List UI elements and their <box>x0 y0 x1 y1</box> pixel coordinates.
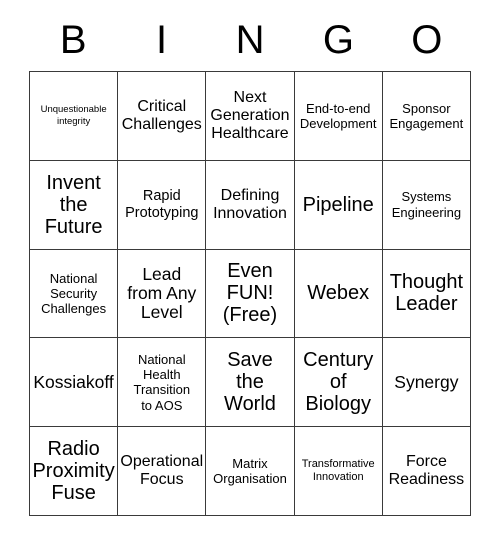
bingo-cell-label: Rapid Prototyping <box>125 188 199 221</box>
bingo-cell-label: Transformative Innovation <box>301 457 375 484</box>
bingo-cell[interactable]: Unquestionable integrity <box>30 72 119 161</box>
header-letter-g: G <box>322 18 354 62</box>
bingo-cell[interactable]: Systems Engineering <box>382 160 471 250</box>
bingo-card: B I N G O Unquestionable integrity Critic… <box>0 0 500 544</box>
bingo-cell[interactable]: Kossiakoff <box>30 338 119 428</box>
bingo-cell-label: Save the World <box>224 349 276 416</box>
bingo-cell[interactable]: Pipeline <box>294 160 383 250</box>
bingo-cell-label: Next Generation Healthcare <box>210 89 290 142</box>
bingo-cell-label: Kossiakoff <box>33 371 114 392</box>
bingo-cell-label: Defining Innovation <box>213 186 287 222</box>
bingo-cell[interactable]: Next Generation Healthcare <box>206 72 295 161</box>
bingo-cell[interactable]: Synergy <box>382 338 471 428</box>
bingo-cell[interactable]: Force Readiness <box>382 427 471 516</box>
bingo-cell-label: Even FUN! (Free) <box>222 260 278 327</box>
bingo-cell-free-space[interactable]: Even FUN! (Free) <box>206 249 295 339</box>
bingo-cell[interactable]: Defining Innovation <box>206 160 295 250</box>
bingo-cell-label: Lead from Any Level <box>127 263 197 323</box>
bingo-cell[interactable]: Webex <box>294 249 383 339</box>
bingo-cell[interactable]: Century of Biology <box>294 338 383 428</box>
bingo-cell-label: Operational Focus <box>120 453 204 489</box>
bingo-cell-label: Radio Proximity Fuse <box>32 438 115 505</box>
bingo-cell-label: National Security Challenges <box>41 270 107 317</box>
bingo-cell[interactable]: National Health Transition to AOS <box>118 338 207 428</box>
bingo-cell-label: Synergy <box>394 371 459 392</box>
bingo-cell[interactable]: Radio Proximity Fuse <box>30 427 119 516</box>
header-letter-b: B <box>59 18 87 62</box>
header-letter-n: N <box>235 18 265 62</box>
bingo-cell-label: National Health Transition to AOS <box>133 351 191 413</box>
bingo-cell-label: Invent the Future <box>44 171 103 238</box>
bingo-cell[interactable]: Critical Challenges <box>118 72 207 161</box>
bingo-cell-label: Sponsor Engagement <box>389 100 464 131</box>
bingo-cell[interactable]: Matrix Organisation <box>206 427 295 516</box>
bingo-cell[interactable]: Lead from Any Level <box>118 249 207 339</box>
bingo-cell-label: Century of Biology <box>303 349 374 416</box>
bingo-cell[interactable]: Sponsor Engagement <box>382 72 471 161</box>
header-letter-i: I <box>156 18 168 62</box>
bingo-cell[interactable]: Rapid Prototyping <box>118 160 207 250</box>
bingo-cell-label: Thought Leader <box>389 271 464 316</box>
bingo-grid: Unquestionable integrity Critical Challen… <box>29 71 471 516</box>
bingo-cell[interactable]: Thought Leader <box>382 249 471 339</box>
bingo-cell-label: Pipeline <box>302 193 374 216</box>
bingo-cell-label: End-to-end Development <box>299 100 377 131</box>
bingo-cell[interactable]: Save the World <box>206 338 295 428</box>
bingo-cell-label: Critical Challenges <box>121 97 202 133</box>
bingo-cell-label: Webex <box>307 282 370 305</box>
header-letter-o: O <box>411 18 443 62</box>
bingo-cell[interactable]: National Security Challenges <box>30 249 119 339</box>
bingo-cell-label: Systems Engineering <box>391 189 462 220</box>
bingo-cell[interactable]: End-to-end Development <box>294 72 383 161</box>
bingo-cell[interactable]: Invent the Future <box>30 160 119 250</box>
bingo-cell[interactable]: Operational Focus <box>118 427 207 516</box>
bingo-cell-label: Unquestionable integrity <box>40 104 107 127</box>
bingo-cell-label: Force Readiness <box>388 453 465 489</box>
bingo-header: B I N G O <box>29 14 471 66</box>
bingo-cell[interactable]: Transformative Innovation <box>294 427 383 516</box>
bingo-cell-label: Matrix Organisation <box>213 455 287 487</box>
